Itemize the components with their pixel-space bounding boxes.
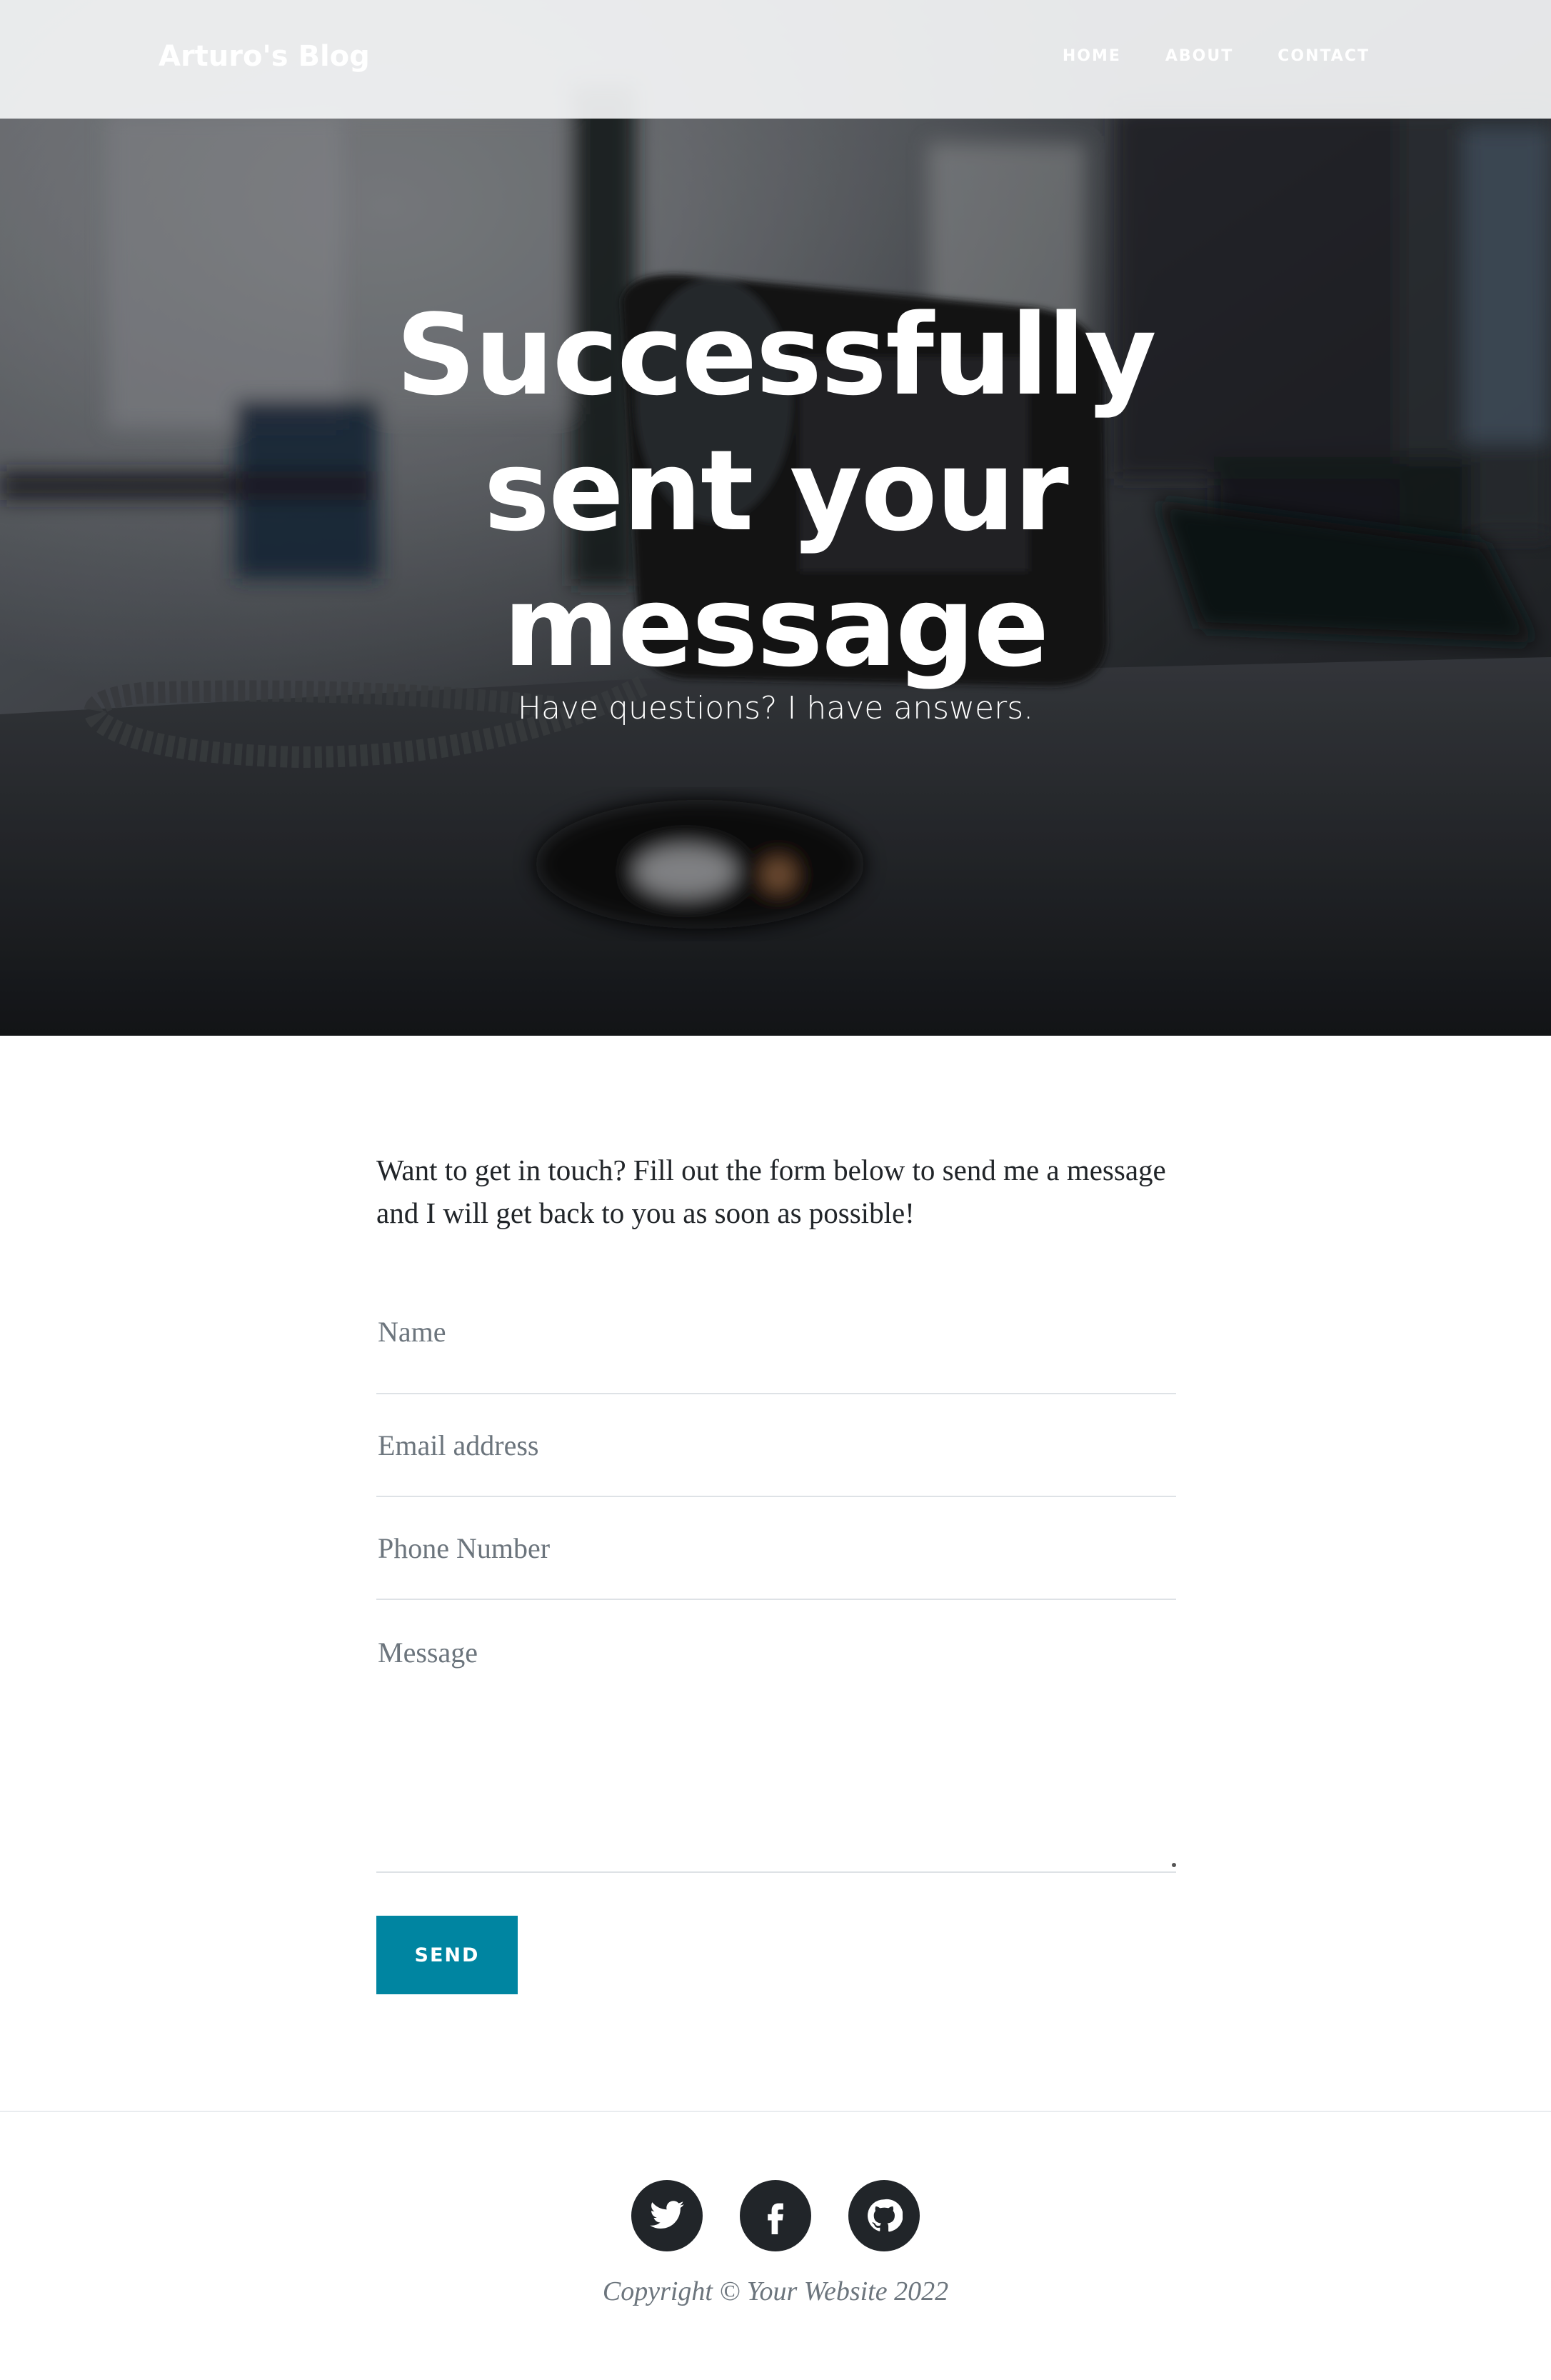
nav-link-home[interactable]: HOME	[1063, 47, 1121, 65]
facebook-button[interactable]	[740, 2180, 811, 2251]
name-field-wrapper	[376, 1291, 1176, 1394]
hero-section: Arturo's Blog HOME ABOUT CONTACT Success…	[0, 0, 1551, 1036]
phone-field-wrapper	[376, 1497, 1176, 1600]
send-button[interactable]: SEND	[376, 1916, 518, 1994]
contact-form: SEND	[376, 1291, 1176, 1994]
facebook-icon	[768, 2203, 783, 2234]
message-textarea[interactable]	[376, 1600, 1176, 1871]
copyright-text: Copyright © Your Website 2022	[602, 2276, 949, 2306]
name-input[interactable]	[376, 1291, 1176, 1371]
nav-link-about[interactable]: ABOUT	[1165, 47, 1233, 65]
email-input[interactable]	[376, 1394, 1176, 1496]
navbar: Arturo's Blog HOME ABOUT CONTACT	[0, 0, 1551, 119]
nav-link-contact[interactable]: CONTACT	[1278, 47, 1370, 65]
nav-links: HOME ABOUT CONTACT	[1063, 47, 1370, 65]
message-field-wrapper	[376, 1600, 1176, 1873]
contact-intro: Want to get in touch? Fill out the form …	[376, 1154, 1166, 1229]
textarea-resize-handle[interactable]	[1172, 1863, 1176, 1867]
brand-link[interactable]: Arturo's Blog	[159, 40, 370, 73]
phone-input[interactable]	[376, 1497, 1176, 1599]
github-icon	[868, 2199, 903, 2232]
footer-divider	[0, 2111, 1551, 2112]
page-subtitle: Have questions? I have answers.	[517, 690, 1034, 726]
github-button[interactable]	[848, 2180, 920, 2251]
twitter-button[interactable]	[631, 2180, 703, 2251]
social-links	[0, 2180, 1551, 2251]
twitter-icon	[650, 2201, 684, 2229]
contact-section: Want to get in touch? Fill out the form …	[376, 1149, 1176, 1994]
email-field-wrapper	[376, 1394, 1176, 1497]
hero-heading: Successfully sent your message Have ques…	[0, 287, 1551, 730]
page-title: Successfully sent your message	[396, 290, 1156, 691]
